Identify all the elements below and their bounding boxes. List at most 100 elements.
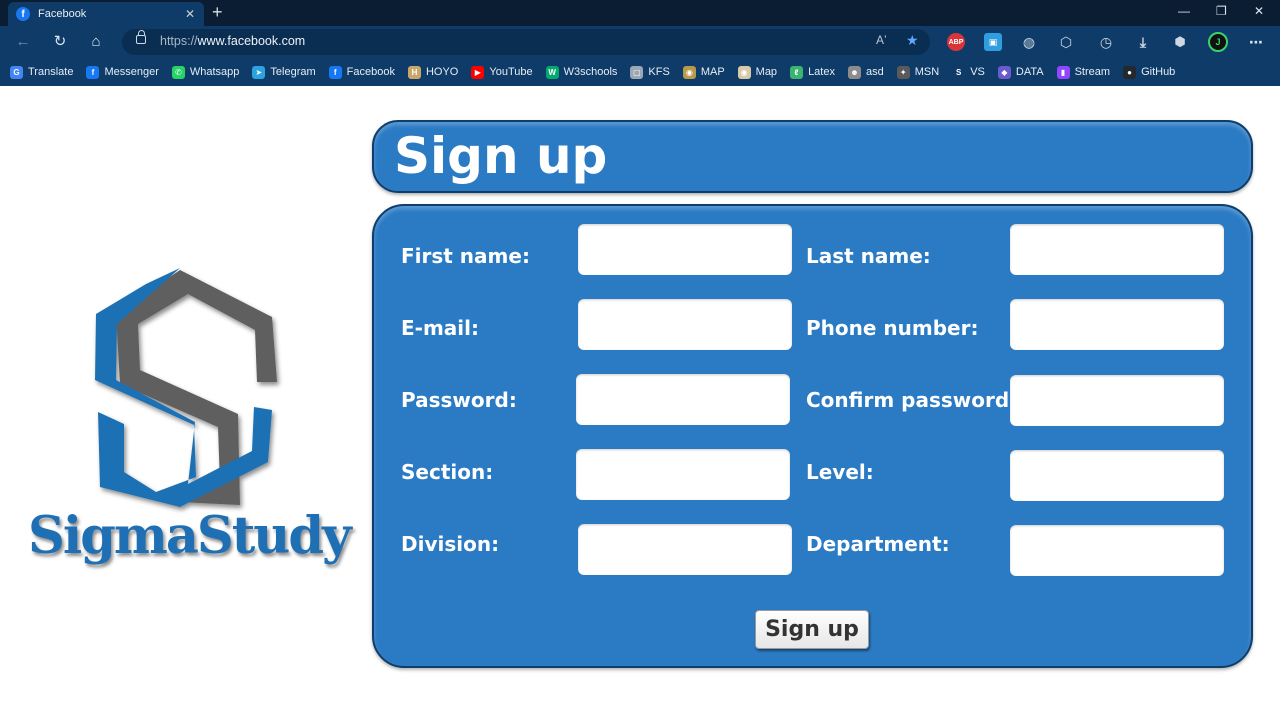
document-icon: ▢ <box>630 65 644 79</box>
read-aloud-icon[interactable]: Aʼ <box>876 33 887 47</box>
bookmark-label: MSN <box>914 66 940 78</box>
brand-name: SigmaStudy <box>28 506 352 566</box>
address-bar[interactable]: https://www.facebook.com Aʼ ★ <box>122 29 930 55</box>
bookmark-map[interactable]: ◉ Map <box>737 65 777 79</box>
url-text[interactable]: https://www.facebook.com <box>160 34 305 48</box>
facebook-icon: f <box>16 7 30 21</box>
phone-number-label: Phone number: <box>806 316 979 340</box>
profile-avatar-icon[interactable]: J <box>1208 32 1228 52</box>
restore-icon[interactable]: ❐ <box>1216 4 1227 18</box>
bookmark-label: Messenger <box>104 66 159 78</box>
close-tab-icon[interactable]: ✕ <box>182 7 198 21</box>
password-label: Password: <box>401 388 517 412</box>
w3schools-icon: W <box>545 65 559 79</box>
bookmark-facebook[interactable]: f Facebook <box>328 65 395 79</box>
bookmark-label: Whatsapp <box>189 66 240 78</box>
bookmarks-bar: G Translate f Messenger ✆ Whatsapp ➤ Telegram f F… <box>0 58 1280 86</box>
confirm-password-input[interactable] <box>1010 375 1224 426</box>
bookmark-msn[interactable]: ✦ MSN <box>896 65 940 79</box>
email-input[interactable] <box>578 299 792 350</box>
bookmark-translate[interactable]: G Translate <box>10 65 74 79</box>
lock-icon <box>136 30 146 44</box>
bookmark-messenger[interactable]: f Messenger <box>86 65 159 79</box>
close-window-icon[interactable]: ✕ <box>1254 4 1264 18</box>
bookmark-data[interactable]: ◆ DATA <box>997 65 1044 79</box>
bookmark-whatsapp[interactable]: ✆ Whatsapp <box>171 65 240 79</box>
division-label: Division: <box>401 532 500 556</box>
hoyo-icon: H <box>407 65 421 79</box>
division-input[interactable] <box>578 524 792 575</box>
password-input[interactable] <box>576 374 790 425</box>
bookmark-kfs[interactable]: ▢ KFS <box>630 65 670 79</box>
facebook-icon: f <box>86 65 100 79</box>
tab-title: Facebook <box>38 8 87 20</box>
map-icon: ◉ <box>737 65 751 79</box>
signup-submit-button[interactable]: Sign up <box>755 610 869 649</box>
url-scheme: https:// <box>160 34 198 48</box>
browser-essentials-icon[interactable]: ⬢ <box>1171 33 1189 51</box>
bookmark-label: Translate <box>28 66 74 78</box>
adblock-icon[interactable]: ABP <box>947 33 965 51</box>
bookmark-w3schools[interactable]: W W3schools <box>545 65 618 79</box>
bookmark-label: YouTube <box>489 66 533 78</box>
bookmark-telegram[interactable]: ➤ Telegram <box>252 65 316 79</box>
bookmark-label: asd <box>865 66 884 78</box>
department-label: Department: <box>806 532 950 556</box>
bookmark-label: HOYO <box>425 66 459 78</box>
bookmark-vs[interactable]: S VS <box>952 65 985 79</box>
home-icon[interactable]: ⌂ <box>85 32 107 52</box>
favorite-star-icon[interactable]: ★ <box>906 32 919 49</box>
department-input[interactable] <box>1010 525 1224 576</box>
bookmark-label: Telegram <box>270 66 316 78</box>
email-label: E-mail: <box>401 316 480 340</box>
confirm-password-label: Confirm password: <box>806 388 1018 412</box>
navigation-bar: ← ↻ ⌂ https://www.facebook.com Aʼ ★ ABP … <box>0 26 1280 58</box>
tab-bar: f Facebook ✕ + — ❐ ✕ <box>0 0 1280 26</box>
extension-icon[interactable]: ▣ <box>984 33 1002 51</box>
new-tab-icon[interactable]: + <box>212 3 223 21</box>
more-menu-icon[interactable]: ⋯ <box>1247 33 1265 51</box>
bookmark-stream[interactable]: ▮ Stream <box>1056 65 1111 79</box>
signup-header: Sign up <box>372 120 1253 193</box>
first-name-label: First name: <box>401 244 530 268</box>
level-label: Level: <box>806 460 874 484</box>
bookmark-hoyo[interactable]: H HOYO <box>407 65 459 79</box>
browser-tab-facebook[interactable]: f Facebook ✕ <box>8 2 204 26</box>
facebook-icon: f <box>328 65 342 79</box>
globe-icon[interactable]: ◍ <box>1020 33 1038 51</box>
latex-icon: ℓ <box>790 65 804 79</box>
bookmark-github[interactable]: ● GitHub <box>1123 65 1176 79</box>
refresh-icon[interactable]: ↻ <box>49 32 71 52</box>
level-input[interactable] <box>1010 450 1224 501</box>
bookmark-map[interactable]: ◉ MAP <box>682 65 725 79</box>
bookmark-label: W3schools <box>563 66 618 78</box>
url-host: www.facebook.com <box>197 34 306 48</box>
minimize-icon[interactable]: — <box>1178 4 1190 18</box>
bookmark-label: GitHub <box>1141 66 1176 78</box>
back-icon[interactable]: ← <box>12 32 34 52</box>
bookmark-label: Stream <box>1074 66 1111 78</box>
downloads-icon[interactable]: ⤓ <box>1134 33 1152 51</box>
last-name-input[interactable] <box>1010 224 1224 275</box>
phone-number-input[interactable] <box>1010 299 1224 350</box>
bookmark-latex[interactable]: ℓ Latex <box>790 65 835 79</box>
bookmark-asd[interactable]: ☻ asd <box>847 65 884 79</box>
msn-icon: ✦ <box>896 65 910 79</box>
data-icon: ◆ <box>997 65 1011 79</box>
bookmark-label: KFS <box>648 66 670 78</box>
bookmark-label: Latex <box>808 66 835 78</box>
history-icon[interactable]: ◷ <box>1097 33 1115 51</box>
section-label: Section: <box>401 460 494 484</box>
extensions-icon[interactable]: ⬡ <box>1057 33 1075 51</box>
vs-icon: S <box>952 65 966 79</box>
first-name-input[interactable] <box>578 224 792 275</box>
youtube-icon: ▶ <box>471 65 485 79</box>
translate-icon: G <box>10 65 23 79</box>
map-icon: ◉ <box>682 65 696 79</box>
last-name-label: Last name: <box>806 244 931 268</box>
bookmark-label: VS <box>970 66 985 78</box>
section-input[interactable] <box>576 449 790 500</box>
bookmark-youtube[interactable]: ▶ YouTube <box>471 65 533 79</box>
page-title: Sign up <box>394 127 608 185</box>
bookmark-label: DATA <box>1015 66 1044 78</box>
